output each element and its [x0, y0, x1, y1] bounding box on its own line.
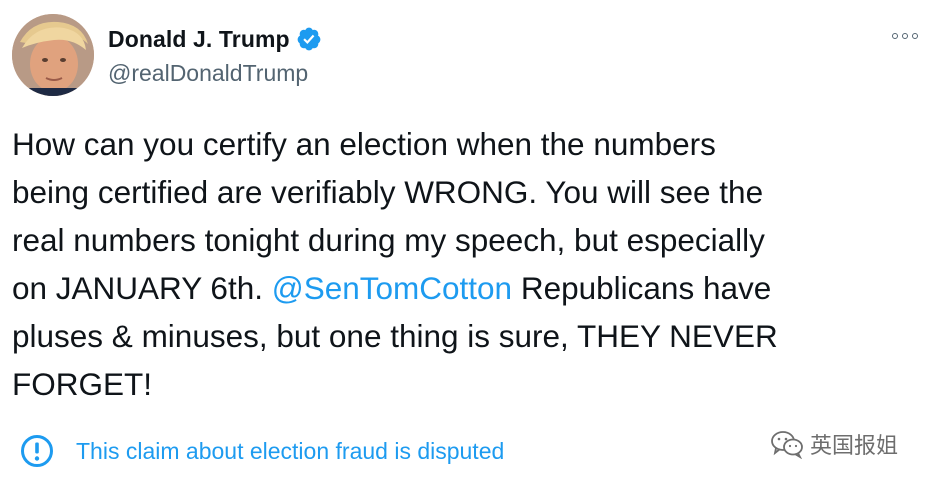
tweet-line: being certified are verifiably WRONG. Yo… — [12, 168, 912, 216]
tweet-line-text: real numbers tonight during my speech, b… — [12, 222, 765, 258]
tweet-text: How can you certify an election when the… — [12, 120, 912, 408]
tweet-line: How can you certify an election when the… — [12, 120, 912, 168]
tweet-line-text: How can you certify an election when the… — [12, 126, 716, 162]
disputed-claim-notice[interactable]: This claim about election fraud is dispu… — [20, 434, 504, 468]
disputed-claim-text[interactable]: This claim about election fraud is dispu… — [76, 438, 504, 465]
mention-link[interactable]: @SenTomCotton — [272, 270, 512, 306]
display-name[interactable]: Donald J. Trump — [108, 26, 290, 53]
more-dot — [912, 33, 918, 39]
more-dot — [902, 33, 908, 39]
tweet-line-text: on JANUARY 6th. — [12, 270, 272, 306]
tweet-line: on JANUARY 6th. @SenTomCotton Republican… — [12, 264, 912, 312]
tweet-line: FORGET! — [12, 360, 912, 408]
avatar[interactable] — [12, 14, 94, 96]
watermark: 英国报姐 — [770, 428, 898, 460]
tweet-line: pluses & minuses, but one thing is sure,… — [12, 312, 912, 360]
avatar-image — [12, 14, 94, 96]
exclamation-circle-icon — [20, 434, 54, 468]
more-options-icon[interactable] — [892, 28, 918, 44]
watermark-text: 英国报姐 — [809, 434, 898, 459]
author-block: Donald J. Trump @realDonaldTrump — [108, 24, 322, 87]
name-row: Donald J. Trump — [108, 24, 322, 54]
handle[interactable]: @realDonaldTrump — [108, 60, 322, 87]
wechat-icon — [770, 429, 804, 460]
tweet-line: real numbers tonight during my speech, b… — [12, 216, 912, 264]
tweet-line-text: pluses & minuses, but one thing is sure,… — [12, 318, 778, 354]
more-dot — [892, 33, 898, 39]
tweet-line-text: being certified are verifiably WRONG. Yo… — [12, 174, 764, 210]
tweet-line-text: FORGET! — [12, 366, 152, 402]
tweet-line-text: Republicans have — [512, 270, 772, 306]
verified-badge-icon — [296, 26, 322, 52]
